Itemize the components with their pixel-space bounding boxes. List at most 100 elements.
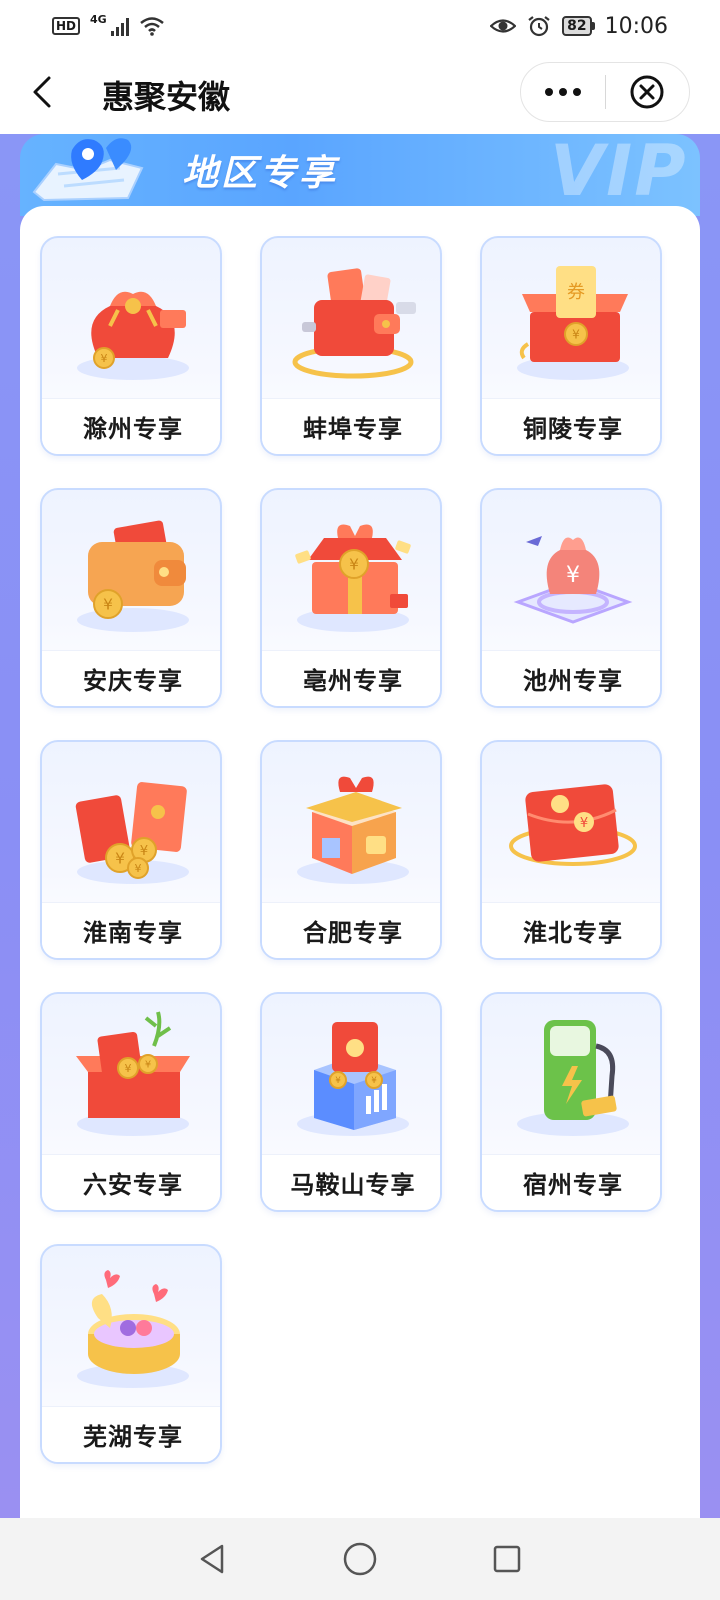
- tile-illustration: ¥: [262, 490, 440, 654]
- status-time: 10:06: [604, 13, 668, 39]
- battery-level: 82: [562, 16, 592, 36]
- charging-station-icon: [517, 1020, 629, 1136]
- chevron-left-icon: [33, 76, 51, 108]
- tile-label: 池州专享: [523, 667, 623, 695]
- coupon-box-icon: 券¥: [517, 266, 629, 380]
- tile-label: 亳州专享: [303, 667, 403, 695]
- tile-label-band: 安庆专享: [42, 650, 220, 706]
- tile-illustration: [262, 742, 440, 906]
- tile-label-band: 宿州专享: [482, 1154, 660, 1210]
- system-navigation-bar: [0, 1518, 720, 1600]
- tile-label: 滁州专享: [83, 415, 183, 443]
- yuan-bag-platform-icon: ¥: [513, 536, 633, 624]
- svg-text:¥: ¥: [140, 844, 148, 859]
- tile-label-band: 芜湖专享: [42, 1406, 220, 1462]
- tile-label: 芜湖专享: [83, 1423, 183, 1451]
- battery-indicator: 82: [562, 16, 595, 36]
- gift-shop-icon: [297, 776, 409, 884]
- svg-text:¥: ¥: [580, 816, 588, 831]
- wallet-coin-icon: ¥: [77, 520, 189, 632]
- tile-label-band: 蚌埠专享: [262, 398, 440, 454]
- close-button[interactable]: [606, 63, 690, 121]
- svg-text:券: 券: [567, 282, 585, 303]
- region-tile[interactable]: ¥ 滁州专享: [40, 236, 222, 456]
- tile-label: 淮南专享: [83, 919, 183, 947]
- section-header: 地区专享 VIP: [20, 134, 700, 216]
- region-tile[interactable]: ¥ 亳州专享: [260, 488, 442, 708]
- svg-text:¥: ¥: [103, 596, 113, 614]
- region-tile[interactable]: ¥ 淮北专享: [480, 740, 662, 960]
- money-bag-icon: ¥: [77, 291, 189, 380]
- svg-text:¥: ¥: [135, 862, 142, 875]
- tile-illustration: 券 ¥: [482, 238, 660, 402]
- red-box-envelopes-icon: ¥ ¥: [76, 1011, 190, 1136]
- tile-label-band: 池州专享: [482, 650, 660, 706]
- page-title: 惠聚安徽: [102, 78, 231, 116]
- svg-text:¥: ¥: [335, 1076, 341, 1086]
- status-left: HD 4G: [52, 12, 165, 36]
- red-envelope-coins-icon: ¥ ¥ ¥: [75, 782, 189, 884]
- tile-label-band: 淮南专享: [42, 902, 220, 958]
- tile-illustration: ¥ ¥ ¥: [42, 742, 220, 906]
- wallet-card-icon: [292, 268, 416, 379]
- region-tile[interactable]: 宿州专享: [480, 992, 662, 1212]
- tile-illustration: [42, 1246, 220, 1410]
- mini-program-capsule: [520, 62, 690, 122]
- region-tile[interactable]: 蚌埠专享: [260, 236, 442, 456]
- region-tile[interactable]: 合肥专享: [260, 740, 442, 960]
- svg-text:¥: ¥: [115, 850, 125, 868]
- tile-illustration: ¥: [482, 490, 660, 654]
- tile-label: 合肥专享: [303, 919, 403, 947]
- more-dots-icon: [544, 88, 581, 96]
- title-bar: 惠聚安徽: [0, 52, 720, 134]
- alarm-clock-icon: [528, 16, 550, 37]
- svg-text:¥: ¥: [349, 556, 359, 574]
- more-button[interactable]: [521, 63, 605, 121]
- tile-illustration: ¥ ¥: [42, 994, 220, 1158]
- svg-text:¥: ¥: [145, 1060, 151, 1071]
- region-tile[interactable]: ¥ 池州专享: [480, 488, 662, 708]
- section-title: 地区专享: [182, 153, 339, 194]
- map-pin-icon: [32, 138, 144, 202]
- hd-badge: HD: [52, 17, 81, 35]
- tile-label: 安庆专享: [83, 667, 183, 695]
- nav-recents-button[interactable]: [477, 1529, 537, 1589]
- tile-illustration: [482, 994, 660, 1158]
- tile-illustration: [262, 238, 440, 402]
- vip-watermark: VIP: [550, 134, 688, 212]
- tile-label: 蚌埠专享: [303, 415, 403, 443]
- signal-icon: [110, 16, 129, 36]
- tile-label: 铜陵专享: [523, 415, 623, 443]
- square-recents-icon: [493, 1545, 520, 1573]
- envelope-building-icon: ¥¥: [297, 1022, 409, 1136]
- region-tile[interactable]: ¥ ¥ 马鞍山专享: [260, 992, 442, 1212]
- region-tile[interactable]: 芜湖专享: [40, 1244, 222, 1464]
- tile-illustration: ¥ ¥: [262, 994, 440, 1158]
- svg-text:¥: ¥: [125, 1062, 132, 1075]
- tile-label: 六安专享: [83, 1171, 183, 1199]
- eye-icon: [490, 19, 517, 33]
- status-bar: HD 4G 82 10:06: [0, 0, 720, 52]
- region-tile[interactable]: ¥ ¥ ¥ 淮南专享: [40, 740, 222, 960]
- svg-text:¥: ¥: [371, 1076, 377, 1086]
- tile-label-band: 铜陵专享: [482, 398, 660, 454]
- circle-home-icon: [343, 1542, 377, 1576]
- region-tile[interactable]: ¥ ¥ 六安专享: [40, 992, 222, 1212]
- tile-label-band: 合肥专享: [262, 902, 440, 958]
- tile-illustration: ¥: [42, 238, 220, 402]
- tile-label-band: 滁州专享: [42, 398, 220, 454]
- back-button[interactable]: [22, 72, 62, 112]
- region-tile[interactable]: ¥ 安庆专享: [40, 488, 222, 708]
- hearts-gift-box-icon: [77, 1270, 189, 1388]
- gift-box-icon: ¥: [295, 524, 411, 632]
- tile-label-band: 六安专享: [42, 1154, 220, 1210]
- svg-text:¥: ¥: [572, 327, 580, 341]
- nav-back-button[interactable]: [183, 1529, 243, 1589]
- tile-label: 马鞍山专享: [290, 1171, 416, 1199]
- tile-label: 宿州专享: [523, 1171, 623, 1199]
- nav-home-button[interactable]: [330, 1529, 390, 1589]
- region-tile[interactable]: 券 ¥ 铜陵专享: [480, 236, 662, 456]
- wifi-icon: [139, 17, 164, 36]
- network-type-label: 4G: [90, 12, 107, 26]
- tile-label-band: 马鞍山专享: [262, 1154, 440, 1210]
